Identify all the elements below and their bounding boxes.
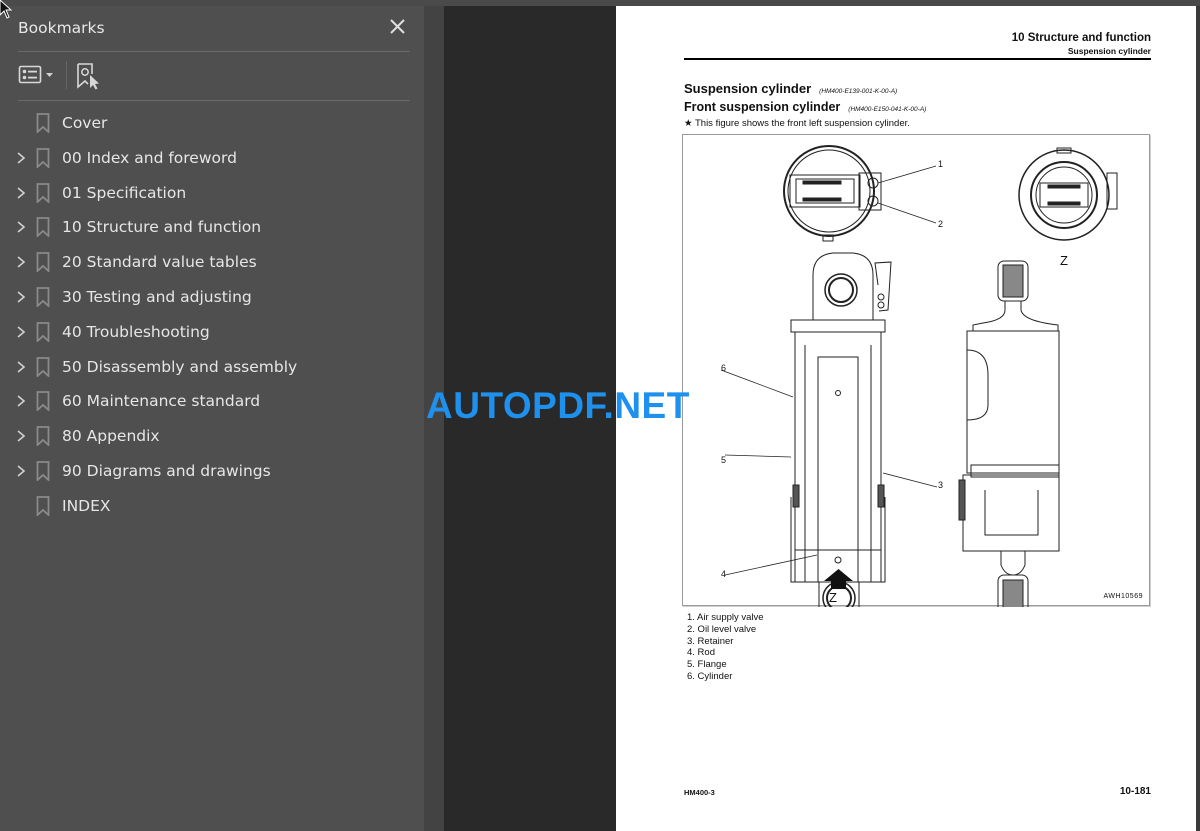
footer-page-number: 10-181 <box>1119 786 1151 797</box>
subsection-code: (HM400-E150-041-K-00-A) <box>848 106 927 113</box>
bookmarks-toolbar <box>18 58 410 92</box>
callout-1: 1 <box>938 159 944 169</box>
list-options-icon <box>18 65 42 84</box>
bookmark-icon <box>36 461 50 481</box>
chevron-right-icon[interactable] <box>14 429 28 443</box>
bookmark-icon <box>36 426 50 447</box>
section-view <box>958 260 1060 607</box>
bookmark-icon <box>36 182 50 203</box>
chevron-right-icon[interactable] <box>14 151 28 165</box>
section-heading-text: Suspension cylinder <box>684 81 812 96</box>
callout-5: 5 <box>721 455 727 465</box>
callout-6: 6 <box>721 363 727 373</box>
page-header-title: 10 Structure and function <box>1011 32 1151 44</box>
legend-item: 3. Retainer <box>687 635 734 647</box>
bookmark-label: 50 Disassembly and assembly <box>62 357 298 376</box>
callout-leaders <box>720 165 938 576</box>
divider <box>18 100 410 101</box>
bookmark-item[interactable]: 20 Standard value tables <box>0 245 424 280</box>
bookmark-options-button[interactable] <box>18 62 58 88</box>
chevron-right-icon[interactable] <box>14 360 28 374</box>
bookmark-label: 30 Testing and adjusting <box>62 287 252 306</box>
side-view <box>790 252 892 607</box>
callout-2: 2 <box>938 219 944 229</box>
bookmark-icon <box>36 217 50 238</box>
section-heading: Suspension cylinder (HM400-E139-001-K-00-… <box>684 81 897 96</box>
header-rule <box>684 58 1151 60</box>
find-current-bookmark-button[interactable] <box>76 62 102 90</box>
bookmark-item[interactable]: 00 Index and foreword <box>0 141 424 176</box>
subsection-heading: Front suspension cylinder (HM400-E150-041… <box>684 100 926 114</box>
bookmark-label: 10 Structure and function <box>62 218 262 237</box>
chevron-right-icon[interactable] <box>14 394 28 408</box>
pdf-page: 10 Structure and function Suspension cyl… <box>616 6 1196 831</box>
view-label-z-top: Z <box>1060 253 1068 268</box>
legend-item: 6. Cylinder <box>687 670 733 682</box>
bookmark-label: INDEX <box>62 496 111 515</box>
callout-3: 3 <box>938 480 944 490</box>
chevron-right-icon[interactable] <box>14 290 28 304</box>
bookmark-icon <box>36 147 50 168</box>
bookmark-item[interactable]: 10 Structure and function <box>0 210 424 245</box>
bookmark-label: 20 Standard value tables <box>62 253 257 272</box>
watermark: AUTOPDF.NET <box>426 385 690 426</box>
toolbar-divider <box>66 61 67 89</box>
bookmark-item[interactable]: INDEX <box>0 489 424 524</box>
bookmark-item[interactable]: 80 Appendix <box>0 419 424 454</box>
suspension-cylinder-drawing <box>720 145 1118 607</box>
chevron-right-icon[interactable] <box>14 325 28 339</box>
technical-figure: 1 2 3 4 5 6 Z Z AWH10569 <box>682 134 1150 607</box>
bookmark-icon <box>36 495 50 516</box>
bookmark-icon <box>36 252 50 273</box>
bookmark-icon <box>36 356 50 377</box>
bookmark-icon <box>36 287 50 307</box>
bookmarks-panel: Bookmarks Cover 00 Index and foreword 01… <box>0 6 424 831</box>
bookmark-label: 00 Index and foreword <box>62 148 237 167</box>
legend-item: 5. Flange <box>687 659 727 671</box>
figure-note: ★ This figure shows the front left suspe… <box>684 118 910 129</box>
bookmark-item[interactable]: 90 Diagrams and drawings <box>0 454 424 489</box>
bookmark-item[interactable]: 40 Troubleshooting <box>0 315 424 350</box>
legend-item: 4. Rod <box>687 647 715 659</box>
section-code: (HM400-E139-001-K-00-A) <box>819 88 898 95</box>
chevron-right-icon[interactable] <box>14 220 28 234</box>
bookmark-item[interactable]: 01 Specification <box>0 176 424 211</box>
bookmark-item[interactable]: Cover <box>0 106 424 141</box>
mouse-pointer-icon <box>0 0 13 19</box>
figure-id: AWH10569 <box>1103 593 1143 600</box>
divider <box>18 51 410 52</box>
bookmark-find-icon <box>77 63 99 90</box>
bookmark-list: Cover 00 Index and foreword 01 Specificati… <box>0 106 424 524</box>
bookmark-icon <box>36 391 50 412</box>
chevron-right-icon[interactable] <box>14 255 28 269</box>
callout-4: 4 <box>721 569 727 579</box>
bookmarks-title: Bookmarks <box>18 19 105 37</box>
flange-view <box>1018 147 1118 241</box>
bookmark-label: 01 Specification <box>62 183 187 202</box>
bookmarks-header: Bookmarks <box>18 18 410 52</box>
bookmark-label: 40 Troubleshooting <box>62 322 210 341</box>
bookmark-item[interactable]: 30 Testing and adjusting <box>0 280 424 315</box>
top-view <box>783 145 882 242</box>
bookmark-icon <box>36 113 50 133</box>
page-edge <box>1196 6 1200 831</box>
close-icon[interactable] <box>386 15 410 39</box>
chevron-right-icon[interactable] <box>14 464 28 478</box>
view-label-z: Z <box>829 590 837 605</box>
chevron-down-icon <box>46 73 53 77</box>
figure-legend: 1. Air supply valve 2. Oil level valve 3… <box>687 612 764 683</box>
page-header-subtitle: Suspension cylinder <box>1067 46 1151 56</box>
legend-item: 2. Oil level valve <box>687 623 757 635</box>
chevron-right-icon[interactable] <box>14 186 28 200</box>
legend-item: 1. Air supply valve <box>687 612 764 623</box>
bookmark-item[interactable]: 50 Disassembly and assembly <box>0 350 424 385</box>
bookmark-label: Cover <box>62 114 108 132</box>
bookmark-label: 60 Maintenance standard <box>62 392 261 411</box>
bookmark-label: 80 Appendix <box>62 427 160 446</box>
footer-model: HM400-3 <box>684 788 715 797</box>
bookmark-label: 90 Diagrams and drawings <box>62 461 271 480</box>
bookmark-icon <box>36 321 50 342</box>
bookmark-item[interactable]: 60 Maintenance standard <box>0 384 424 419</box>
subsection-heading-text: Front suspension cylinder <box>684 100 841 114</box>
